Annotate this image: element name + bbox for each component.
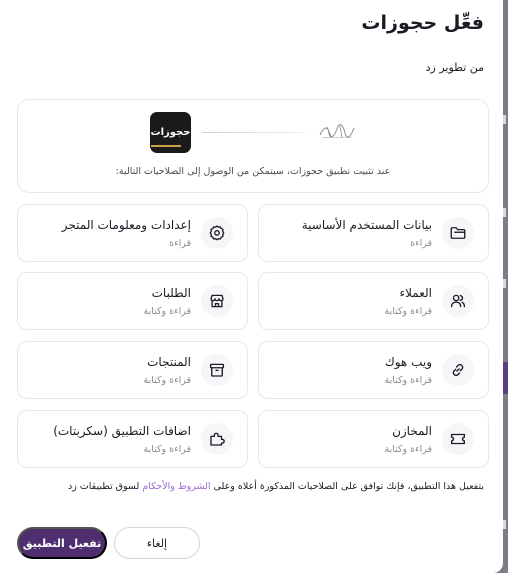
terms-text-after: لسوق تطبيقات زد [67,481,143,492]
background-text-fragment [503,279,506,288]
background-nav-strip [503,362,508,394]
permission-title: بيانات المستخدم الأساسية [301,218,432,232]
background-text-fragment [503,520,506,529]
puzzle-icon [201,423,233,455]
terms-link[interactable]: الشروط والأحكام [142,481,210,492]
activate-app-dialog: فعِّل حجوزات من تطوير زد حجوزات عند تثبي… [0,0,503,573]
permission-card: اضافات التطبيق (سكربتات) قراءة وكتابة [17,410,248,468]
permission-card: المخازن قراءة وكتابة [258,410,489,468]
permission-card: إعدادات ومعلومات المتجر قراءة [17,204,248,262]
gear-icon [201,217,233,249]
developer-label: من تطوير زد [425,61,484,74]
permission-access: قراءة وكتابة [384,306,433,317]
background-text-fragment [503,208,506,217]
permission-access: قراءة وكتابة [143,306,192,317]
permission-access: قراءة [169,238,191,249]
permission-access: قراءة وكتابة [143,444,192,455]
activate-app-button[interactable]: تفعيل التطبيق [17,527,107,559]
permission-title: المنتجات [147,355,191,369]
permission-access: قراءة وكتابة [384,444,433,455]
permission-title: ويب هوك [384,355,432,369]
folder-icon [442,217,474,249]
users-icon [442,285,474,317]
permission-title: العملاء [399,286,432,300]
install-summary-card: حجوزات عند تثبيت تطبيق حجوزات، سيتمكن من… [17,99,489,193]
permission-access: قراءة وكتابة [384,375,433,386]
permission-card: بيانات المستخدم الأساسية قراءة [258,204,489,262]
webhook-icon [442,354,474,386]
permission-title: الطلبات [151,286,191,300]
archive-box-icon [201,354,233,386]
install-description: عند تثبيت تطبيق حجوزات، سيتمكن من الوصول… [115,166,391,177]
signature-logo-icon [319,124,355,139]
permission-title: المخازن [392,424,432,438]
terms-notice: بتفعيل هذا التطبيق، فإنك توافق على الصلا… [68,481,484,492]
permission-access: قراءة [410,238,432,249]
app-logo-text: حجوزات [150,127,191,138]
permission-title: اضافات التطبيق (سكربتات) [53,424,191,438]
connection-line [202,132,306,133]
permission-card: المنتجات قراءة وكتابة [17,341,248,399]
permission-title: إعدادات ومعلومات المتجر [61,218,191,232]
dialog-title: فعِّل حجوزات [361,12,484,34]
permission-card: الطلبات قراءة وكتابة [17,272,248,330]
ticket-icon [442,423,474,455]
app-logo-accent [151,145,181,147]
permission-card: ويب هوك قراءة وكتابة [258,341,489,399]
terms-text-before: بتفعيل هذا التطبيق، فإنك توافق على الصلا… [210,481,484,492]
permission-card: العملاء قراءة وكتابة [258,272,489,330]
cancel-button[interactable]: إلغاء [114,527,200,559]
permission-access: قراءة وكتابة [143,375,192,386]
background-text-fragment [503,115,506,124]
store-icon [201,285,233,317]
